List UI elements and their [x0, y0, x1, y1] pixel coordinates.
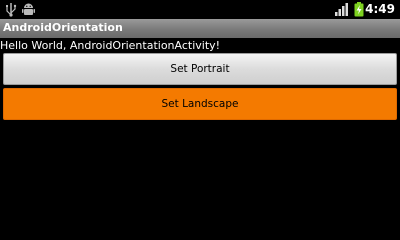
set-portrait-button[interactable]: Set Portrait: [3, 53, 397, 85]
app-title-bar: AndroidOrientation: [0, 19, 400, 38]
set-landscape-label: Set Landscape: [161, 98, 239, 110]
status-bar: 4:49: [0, 0, 400, 19]
set-portrait-label: Set Portrait: [170, 63, 230, 75]
set-landscape-button[interactable]: Set Landscape: [3, 88, 397, 120]
status-time: 4:49: [365, 2, 395, 16]
hello-text: Hello World, AndroidOrientationActivity!: [0, 39, 221, 52]
app-title: AndroidOrientation: [3, 21, 123, 34]
